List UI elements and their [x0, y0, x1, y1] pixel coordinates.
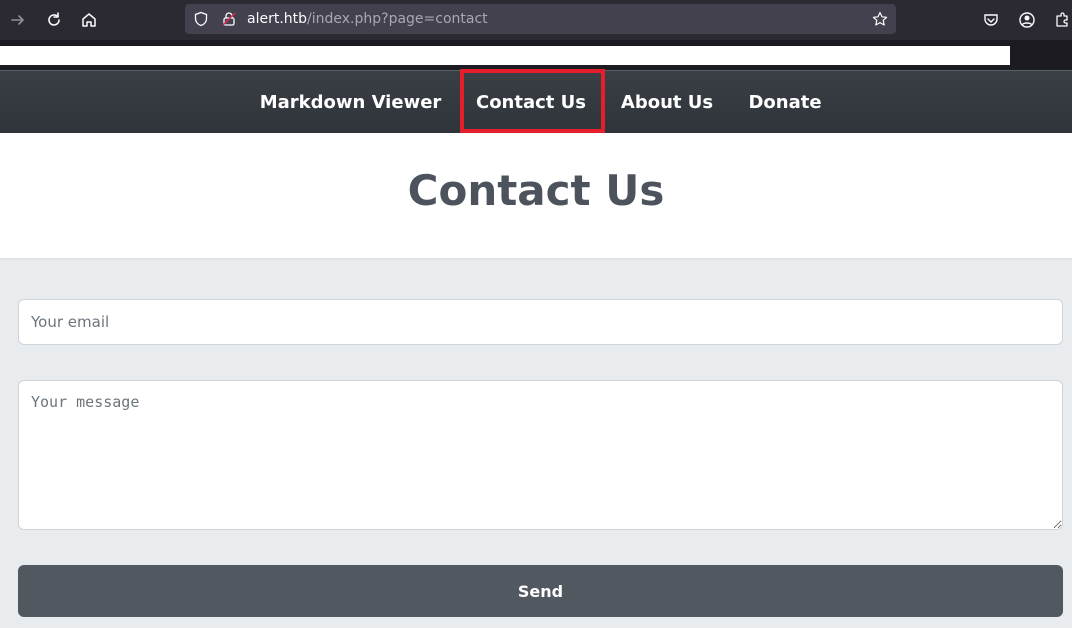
url-text[interactable]: alert.htb/index.php?page=contact [247, 11, 488, 27]
browser-toolbar: alert.htb/index.php?page=contact [0, 0, 1072, 40]
page-title: Contact Us [407, 166, 665, 215]
extensions-icon[interactable] [1050, 8, 1072, 32]
url-bar[interactable]: alert.htb/index.php?page=contact [185, 4, 896, 34]
nav-highlight-box [460, 69, 605, 133]
nav-markdown-viewer[interactable]: Markdown Viewer [253, 71, 448, 133]
shield-icon[interactable] [189, 7, 213, 31]
bookmark-star-icon[interactable] [868, 7, 892, 31]
forward-icon[interactable] [6, 8, 30, 32]
url-host: alert.htb [247, 11, 308, 27]
page-top-edge [0, 46, 1010, 65]
pocket-icon[interactable] [979, 8, 1003, 32]
send-button[interactable]: Send [18, 565, 1063, 617]
email-input[interactable] [18, 299, 1063, 345]
reload-icon[interactable] [42, 8, 66, 32]
url-path: /index.php?page=contact [307, 11, 488, 27]
lock-icon[interactable] [217, 7, 241, 31]
nav-about-us[interactable]: About Us [612, 71, 722, 133]
home-icon[interactable] [77, 8, 101, 32]
nav-donate[interactable]: Donate [740, 71, 830, 133]
message-textarea[interactable] [18, 380, 1063, 530]
account-icon[interactable] [1015, 8, 1039, 32]
